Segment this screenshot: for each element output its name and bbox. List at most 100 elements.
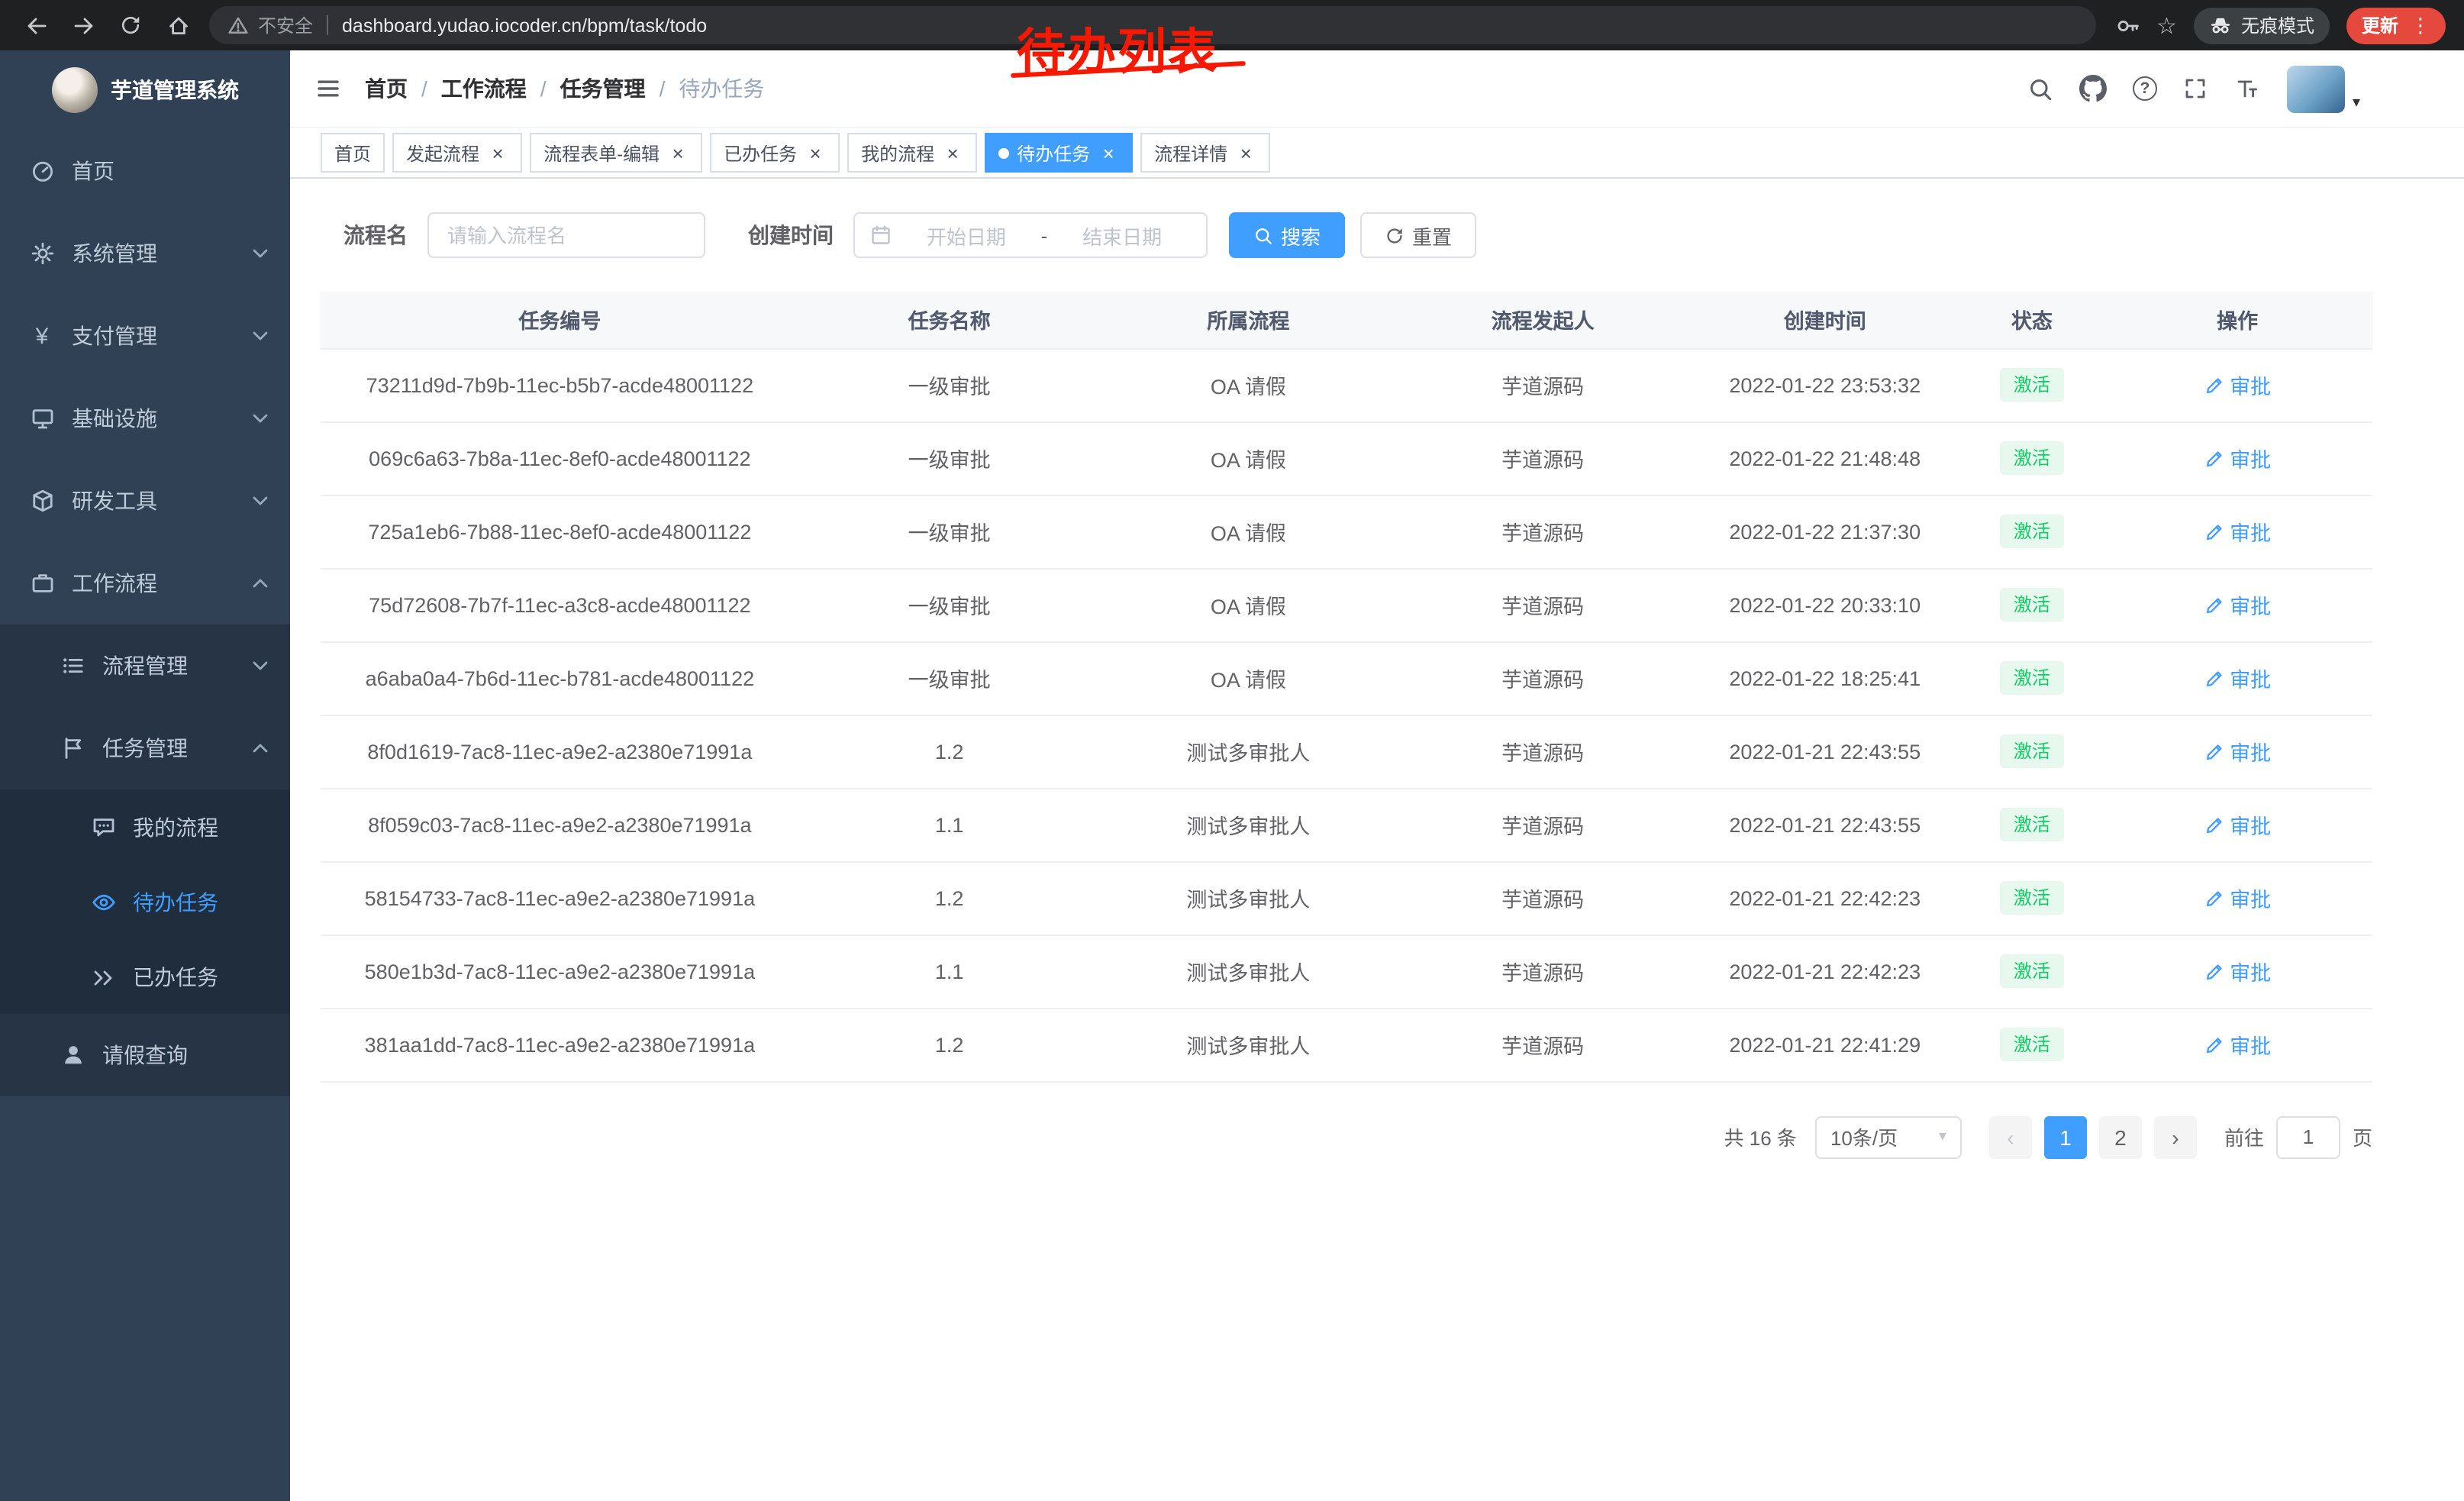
font-size-button[interactable] — [2233, 76, 2261, 101]
page-button-1[interactable]: 1 — [2044, 1115, 2087, 1158]
goto-page-input[interactable] — [2276, 1115, 2340, 1158]
cell-status: 激活 — [1962, 1008, 2103, 1081]
cell-created-time: 2022-01-21 22:43:55 — [1688, 788, 1962, 861]
tab-todo-task[interactable]: 待办任务 × — [985, 133, 1133, 173]
breadcrumb-home[interactable]: 首页 — [365, 73, 408, 104]
user-icon — [60, 1043, 85, 1067]
tab-process-detail[interactable]: 流程详情 × — [1140, 133, 1270, 173]
browser-back-button[interactable] — [14, 5, 58, 45]
tab-start-process[interactable]: 发起流程 × — [392, 133, 522, 173]
caret-down-icon: ▾ — [1939, 1128, 1946, 1145]
process-name-input[interactable] — [427, 212, 705, 258]
cell-starter: 芋道源码 — [1397, 788, 1688, 861]
approve-button[interactable]: 审批 — [2204, 443, 2271, 473]
security-label: 不安全 — [258, 12, 313, 38]
browser-forward-button[interactable] — [61, 5, 105, 45]
header-actions: 操作 — [2102, 292, 2372, 348]
sidebar-item-leave-query[interactable]: 请假查询 — [0, 1014, 290, 1096]
sidebar-item-workflow[interactable]: 工作流程 — [0, 542, 290, 625]
chat-icon — [90, 815, 116, 839]
edit-icon — [2204, 595, 2224, 615]
sidebar-item-label: 基础设施 — [72, 403, 157, 434]
tab-my-process[interactable]: 我的流程 × — [847, 133, 977, 173]
close-icon[interactable]: × — [487, 142, 508, 163]
hamburger-icon — [314, 76, 342, 101]
table-row: 8f0d1619-7ac8-11ec-a9e2-a2380e71991a 1.2… — [321, 715, 2372, 788]
task-table: 任务编号 任务名称 所属流程 流程发起人 创建时间 状态 操作 73211d9d… — [321, 292, 2372, 1082]
end-date-placeholder[interactable]: 结束日期 — [1053, 221, 1191, 250]
sidebar-item-task-management[interactable]: 任务管理 — [0, 707, 290, 789]
sidebar-item-label: 我的流程 — [133, 812, 218, 842]
approve-button[interactable]: 审批 — [2204, 883, 2271, 913]
browser-refresh-button[interactable] — [108, 5, 153, 45]
reset-button[interactable]: 重置 — [1360, 212, 1476, 258]
sidebar-item-label: 首页 — [72, 156, 114, 186]
sidebar-item-done-task[interactable]: 已办任务 — [0, 939, 290, 1014]
security-chip[interactable]: 不安全 — [227, 12, 313, 38]
close-icon[interactable]: × — [805, 142, 826, 163]
cell-task-name: 一级审批 — [799, 495, 1100, 568]
fullscreen-button[interactable] — [2183, 76, 2208, 101]
monitor-icon — [29, 406, 55, 431]
user-menu[interactable]: ▾ — [2287, 65, 2360, 112]
browser-menu-icon[interactable]: ⋮ — [2411, 13, 2430, 37]
sidebar-item-todo-task[interactable]: 待办任务 — [0, 864, 290, 939]
prev-page-button[interactable]: ‹ — [1989, 1115, 2032, 1158]
status-badge: 激活 — [2000, 368, 2064, 402]
cell-task-id: 725a1eb6-7b88-11ec-8ef0-acde48001122 — [321, 495, 799, 568]
cell-process: OA 请假 — [1100, 495, 1398, 568]
header-status: 状态 — [1962, 292, 2103, 348]
approve-button[interactable]: 审批 — [2204, 736, 2271, 767]
close-icon[interactable]: × — [942, 142, 963, 163]
sidebar-item-my-process[interactable]: 我的流程 — [0, 789, 290, 864]
sidebar-item-dev-tools[interactable]: 研发工具 — [0, 460, 290, 542]
app-logo[interactable]: 芋道管理系统 — [0, 50, 290, 130]
sidebar-item-home[interactable]: 首页 — [0, 130, 290, 212]
browser-home-button[interactable] — [156, 5, 200, 45]
sidebar-item-payment-management[interactable]: ¥ 支付管理 — [0, 295, 290, 377]
logo-avatar — [51, 67, 97, 113]
browser-update-button[interactable]: 更新 ⋮ — [2346, 7, 2446, 44]
date-range-picker[interactable]: 开始日期 - 结束日期 — [853, 212, 1208, 258]
close-icon[interactable]: × — [1235, 142, 1256, 163]
list-icon — [60, 654, 85, 678]
header-search-button[interactable] — [2027, 76, 2053, 102]
approve-button[interactable]: 审批 — [2204, 809, 2271, 840]
close-icon[interactable]: × — [667, 142, 689, 163]
page-button-2[interactable]: 2 — [2099, 1115, 2142, 1158]
chevron-down-icon — [252, 330, 269, 342]
cell-starter: 芋道源码 — [1397, 568, 1688, 641]
approve-button[interactable]: 审批 — [2204, 1029, 2271, 1060]
github-link-button[interactable] — [2079, 75, 2107, 102]
cell-process: OA 请假 — [1100, 421, 1398, 495]
sidebar-toggle-button[interactable] — [314, 76, 342, 101]
edit-icon — [2204, 1035, 2224, 1054]
sidebar-item-label: 支付管理 — [72, 321, 157, 351]
tab-form-edit[interactable]: 流程表单-编辑 × — [530, 133, 702, 173]
start-date-placeholder[interactable]: 开始日期 — [898, 221, 1035, 250]
approve-button[interactable]: 审批 — [2204, 956, 2271, 986]
cell-starter: 芋道源码 — [1397, 861, 1688, 934]
sidebar-item-system-management[interactable]: 系统管理 — [0, 212, 290, 295]
approve-button[interactable]: 审批 — [2204, 516, 2271, 547]
breadcrumb-workflow[interactable]: 工作流程 — [441, 73, 527, 104]
address-bar[interactable]: 不安全 dashboard.yudao.iocoder.cn/bpm/task/… — [209, 6, 2095, 44]
page-size-select[interactable]: 10条/页 ▾ — [1815, 1115, 1962, 1158]
sidebar-item-process-management[interactable]: 流程管理 — [0, 625, 290, 707]
bookmark-star-button[interactable]: ☆ — [2156, 11, 2177, 39]
approve-button[interactable]: 审批 — [2204, 589, 2271, 620]
next-page-button[interactable]: › — [2154, 1115, 2197, 1158]
header-task-id: 任务编号 — [321, 292, 799, 348]
tab-done-task[interactable]: 已办任务 × — [710, 133, 840, 173]
approve-button[interactable]: 审批 — [2204, 663, 2271, 693]
password-key-button[interactable] — [2115, 13, 2140, 37]
close-icon[interactable]: × — [1098, 142, 1119, 163]
tab-home[interactable]: 首页 — [321, 133, 385, 173]
sidebar-item-infrastructure[interactable]: 基础设施 — [0, 377, 290, 460]
search-button[interactable]: 搜索 — [1229, 212, 1345, 258]
cell-process: 测试多审批人 — [1100, 1008, 1398, 1081]
approve-button[interactable]: 审批 — [2204, 370, 2271, 400]
dashboard-icon — [29, 159, 55, 183]
help-button[interactable]: ? — [2133, 76, 2157, 101]
breadcrumb-task-management[interactable]: 任务管理 — [560, 73, 646, 104]
